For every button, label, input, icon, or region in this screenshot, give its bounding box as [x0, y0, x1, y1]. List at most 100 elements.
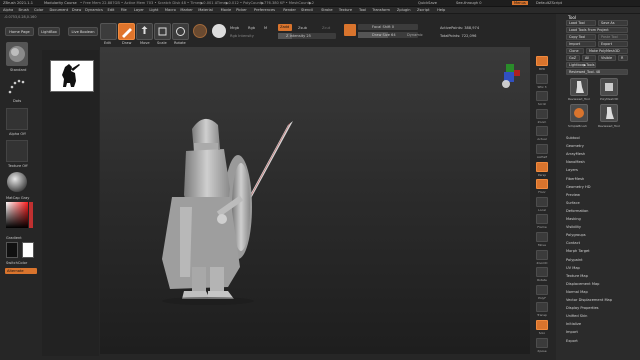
primary-color-swatch[interactable] — [6, 242, 18, 258]
tool-thumb-1[interactable] — [570, 78, 588, 96]
subpalette-preview[interactable]: Preview — [566, 193, 580, 197]
menu-file[interactable]: File — [121, 8, 127, 12]
menu-render[interactable]: Render — [283, 8, 296, 12]
visible-button[interactable]: Visible — [598, 55, 616, 61]
strip-button-transp[interactable] — [536, 302, 548, 313]
menu-help[interactable]: Help — [437, 8, 445, 12]
default-zscript[interactable]: DefaultZScript — [536, 1, 562, 5]
menu-edit[interactable]: Edit — [108, 8, 115, 12]
subpalette-arraymesh[interactable]: ArrayMesh — [566, 152, 585, 156]
strip-button-rotate[interactable] — [536, 267, 548, 278]
rgb-swatch[interactable] — [212, 24, 226, 38]
zsub-toggle[interactable]: Zsub — [298, 26, 307, 30]
strip-button-floor[interactable] — [536, 179, 548, 190]
menu-movie[interactable]: Movie — [221, 8, 232, 12]
material-swatch[interactable] — [193, 24, 207, 38]
scale-mode-button[interactable] — [154, 23, 171, 40]
z-intensity-slider[interactable]: Z Intensity 25 — [278, 33, 336, 39]
menu-macro[interactable]: Macro — [165, 8, 176, 12]
zcut-toggle[interactable]: Zcut — [322, 26, 330, 30]
move-mode-button[interactable] — [136, 23, 153, 40]
strip-button-scroll[interactable] — [536, 91, 548, 102]
strip-button-polyf[interactable] — [536, 284, 548, 295]
menu-zplugin[interactable]: Zplugin — [397, 8, 411, 12]
menu-transform[interactable]: Transform — [372, 8, 390, 12]
subpalette-display-properties[interactable]: Display Properties — [566, 306, 599, 310]
secondary-color-swatch[interactable] — [22, 242, 34, 258]
strip-button-frame[interactable] — [536, 214, 548, 225]
alpha-thumbnail[interactable] — [6, 108, 28, 130]
menu-draw[interactable]: Draw — [72, 8, 81, 12]
strip-button-aahalf[interactable] — [536, 144, 548, 154]
alternate-button[interactable]: Alternate — [5, 268, 37, 274]
strip-button-actual[interactable] — [536, 126, 548, 137]
all-button[interactable]: All — [582, 55, 596, 61]
zadd-toggle[interactable]: Zadd — [278, 24, 292, 31]
subpalette-unified-skin[interactable]: Unified Skin — [566, 314, 587, 318]
canvas-viewport[interactable] — [100, 47, 530, 354]
focal-button[interactable] — [344, 24, 356, 36]
menu-document[interactable]: Document — [50, 8, 69, 12]
material-thumbnail[interactable] — [6, 170, 28, 194]
strip-button-persp[interactable] — [536, 161, 548, 172]
menu-stroke[interactable]: Stroke — [321, 8, 332, 12]
menu-preferences[interactable]: Preferences — [254, 8, 275, 12]
focal-shift-slider[interactable]: Focal Shift 0 — [358, 24, 418, 30]
stroke-thumbnail[interactable] — [6, 76, 28, 98]
strip-button-zoomd[interactable] — [536, 249, 548, 260]
menu-picker[interactable]: Picker — [236, 8, 247, 12]
strip-button-move[interactable] — [536, 232, 548, 242]
clone-button[interactable]: Clone — [566, 48, 584, 54]
subpalette-vector-displacement-map[interactable]: Vector Displacement Map — [566, 298, 612, 302]
texture-thumbnail[interactable] — [6, 140, 28, 162]
strip-button-spix-3[interactable] — [536, 73, 548, 84]
subpalette-import[interactable]: Import — [566, 330, 578, 334]
brush-thumbnail[interactable] — [6, 42, 28, 66]
draw-mode-button[interactable] — [118, 23, 135, 40]
strip-button-bpr[interactable] — [536, 56, 548, 66]
import-button[interactable]: Import — [566, 41, 596, 47]
strip-button-xpose[interactable] — [536, 337, 548, 348]
dynamic-toggle[interactable]: Dynamic — [407, 33, 423, 37]
color-picker[interactable] — [6, 202, 34, 228]
subpalette-masking[interactable]: Masking — [566, 217, 581, 221]
menu-light[interactable]: Light — [149, 8, 158, 12]
mrgb-toggle[interactable]: Mrgb — [230, 26, 239, 30]
menu-material[interactable]: Material — [198, 8, 213, 12]
rgb-toggle[interactable]: Rgb — [248, 26, 255, 30]
subpalette-nanomesh[interactable]: NanoMesh — [566, 160, 585, 164]
subpalette-subtool[interactable]: Subtool — [566, 136, 580, 140]
make-polymesh-button[interactable]: Make PolyMesh3D — [586, 48, 628, 54]
menu-tool[interactable]: Tool — [359, 8, 366, 12]
subpalette-morph-target[interactable]: Morph Target — [566, 249, 590, 253]
rgb-intensity-slider[interactable]: Rgb Intensity — [230, 34, 254, 38]
lightbox-button[interactable]: LightBox — [38, 27, 60, 36]
subpalette-uv-map[interactable]: UV Map — [566, 266, 580, 270]
menu-dynamics[interactable]: Dynamics — [85, 8, 103, 12]
subpalette-visibility[interactable]: Visibility — [566, 225, 581, 229]
rotate-mode-button[interactable] — [172, 23, 189, 40]
subpalette-export[interactable]: Export — [566, 339, 578, 343]
tool-thumb-2[interactable] — [600, 78, 618, 96]
home-page-button[interactable]: Home Page — [5, 27, 34, 36]
subpalette-polypaint[interactable]: Polypaint — [566, 258, 583, 262]
paste-tool-button[interactable]: Paste Tool — [598, 34, 628, 40]
tool-thumb-4[interactable] — [600, 104, 618, 122]
menu-brush[interactable]: Brush — [19, 8, 29, 12]
menu-texture[interactable]: Texture — [339, 8, 352, 12]
tool-preview-thumbnail[interactable] — [50, 60, 94, 92]
subpalette-surface[interactable]: Surface — [566, 201, 580, 205]
subpalette-normal-map[interactable]: Normal Map — [566, 290, 588, 294]
switch-color-button[interactable]: SwitchColor — [6, 261, 27, 265]
subpalette-geometry[interactable]: Geometry — [566, 144, 584, 148]
subpalette-contact[interactable]: Contact — [566, 241, 580, 245]
strip-button-local[interactable] — [536, 196, 548, 207]
lightbox-tools-button[interactable]: Lightbox▶Tools — [566, 62, 596, 68]
quicksave-button[interactable]: QuickSave — [418, 1, 437, 5]
subpalette-polygroups[interactable]: Polygroups — [566, 233, 586, 237]
subpalette-displacement-map[interactable]: Displacement Map — [566, 282, 599, 286]
goz-button[interactable]: GoZ — [566, 55, 580, 61]
knight-model[interactable] — [100, 47, 530, 354]
subpalette-initialize[interactable]: Initialize — [566, 322, 581, 326]
menu-zscript[interactable]: Zscript — [417, 8, 429, 12]
